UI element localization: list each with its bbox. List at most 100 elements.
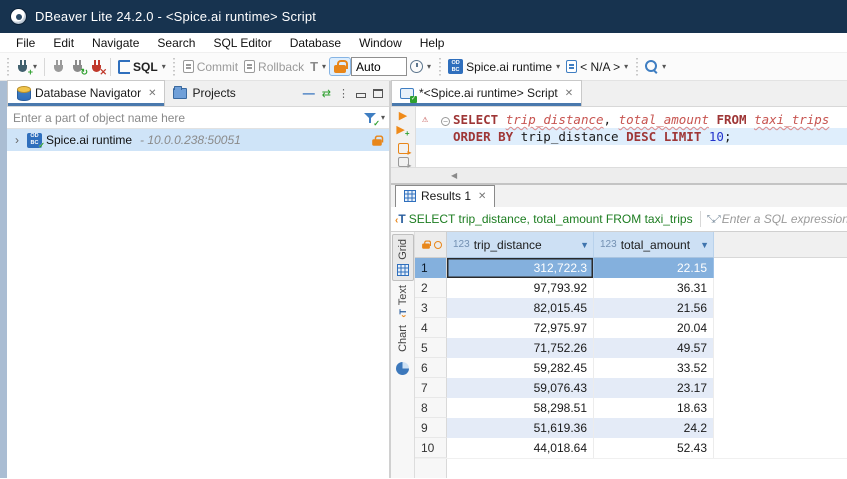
fold-marker[interactable]: − bbox=[438, 112, 453, 127]
cell-total-amount[interactable]: 24.2 bbox=[594, 418, 714, 438]
cell-trip-distance[interactable]: 71,752.26 bbox=[447, 338, 594, 358]
maximize-view-icon[interactable] bbox=[373, 89, 383, 98]
cell-trip-distance[interactable]: 72,975.97 bbox=[447, 318, 594, 338]
close-icon[interactable]: ✕ bbox=[565, 88, 573, 99]
table-row[interactable]: 1 312,722.3 22.15 bbox=[415, 258, 847, 278]
search-button[interactable]: ▾ bbox=[642, 58, 669, 75]
cell-total-amount[interactable]: 22.15 bbox=[594, 258, 714, 278]
close-icon[interactable]: ✕ bbox=[148, 88, 156, 99]
commit-mode-input[interactable] bbox=[351, 57, 407, 76]
expand-icon[interactable]: ⤡⤢ bbox=[707, 214, 719, 225]
reconnect-button[interactable]: ↻ bbox=[68, 58, 87, 76]
menu-window[interactable]: Window bbox=[351, 34, 410, 52]
rollback-button[interactable]: Rollback bbox=[241, 58, 307, 76]
menu-navigate[interactable]: Navigate bbox=[84, 34, 147, 52]
table-row[interactable]: 4 72,975.97 20.04 bbox=[415, 318, 847, 338]
cell-trip-distance[interactable]: 97,793.92 bbox=[447, 278, 594, 298]
table-row[interactable]: 9 51,619.36 24.2 bbox=[415, 418, 847, 438]
tab-chart[interactable]: Chart bbox=[397, 321, 409, 356]
execute-script-button[interactable] bbox=[398, 143, 409, 153]
cell-trip-distance[interactable]: 51,619.36 bbox=[447, 418, 594, 438]
cell-trip-distance[interactable]: 58,298.51 bbox=[447, 398, 594, 418]
cell-total-amount[interactable]: 36.31 bbox=[594, 278, 714, 298]
tab-projects[interactable]: Projects bbox=[165, 80, 243, 106]
table-row[interactable]: 10 44,018.64 52.43 bbox=[415, 438, 847, 458]
cell-trip-distance[interactable]: 312,722.3 bbox=[447, 258, 594, 278]
table-row[interactable]: 7 59,076.43 23.17 bbox=[415, 378, 847, 398]
tab-text[interactable]: Text ‹T bbox=[397, 281, 409, 322]
scroll-left-icon[interactable]: ◀ bbox=[451, 171, 457, 180]
toolbar-grip bbox=[634, 58, 639, 76]
cell-total-amount[interactable]: 52.43 bbox=[594, 438, 714, 458]
menu-database[interactable]: Database bbox=[282, 34, 349, 52]
cell-trip-distance[interactable]: 59,282.45 bbox=[447, 358, 594, 378]
table-row[interactable]: 5 71,752.26 49.57 bbox=[415, 338, 847, 358]
column-header-trip-distance[interactable]: 123 trip_distance ▼ bbox=[447, 232, 594, 258]
column-header-total-amount[interactable]: 123 total_amount ▼ bbox=[594, 232, 714, 258]
connection-name: Spice.ai runtime bbox=[46, 133, 132, 147]
collapse-all-icon[interactable]: — bbox=[303, 86, 315, 100]
table-row[interactable]: 6 59,282.45 33.52 bbox=[415, 358, 847, 378]
clock-icon bbox=[410, 60, 423, 73]
tree-item-connection[interactable]: › OD BC ✓ Spice.ai runtime - 10.0.0.238:… bbox=[7, 129, 389, 151]
cell-total-amount[interactable]: 18.63 bbox=[594, 398, 714, 418]
schema-selector[interactable]: < N/A > ▾ bbox=[563, 58, 631, 76]
minimize-view-icon[interactable] bbox=[356, 93, 366, 98]
connection-selector[interactable]: OD BC Spice.ai runtime ▾ bbox=[445, 57, 563, 76]
filter-funnel-icon[interactable]: ✓ bbox=[364, 112, 376, 124]
cell-total-amount[interactable]: 49.57 bbox=[594, 338, 714, 358]
new-connection-button[interactable]: + ▾ bbox=[13, 58, 40, 76]
caret-icon[interactable]: ▾ bbox=[381, 113, 385, 122]
results-filter-bar: ‹T SELECT trip_distance, total_amount FR… bbox=[391, 207, 847, 232]
transaction-history-button[interactable]: ▾ bbox=[407, 58, 434, 75]
execute-statement-button[interactable]: ▶ bbox=[399, 110, 407, 123]
table-row[interactable]: 3 82,015.45 21.56 bbox=[415, 298, 847, 318]
tab-sql-script[interactable]: *<Spice.ai runtime> Script ✕ bbox=[391, 80, 582, 106]
tab-results-1[interactable]: Results 1 ✕ bbox=[395, 185, 495, 207]
cell-total-amount[interactable]: 23.17 bbox=[594, 378, 714, 398]
table-row[interactable]: 8 58,298.51 18.63 bbox=[415, 398, 847, 418]
disconnect-button[interactable]: ✕ bbox=[87, 58, 106, 76]
cell-total-amount[interactable]: 33.52 bbox=[594, 358, 714, 378]
tab-grid[interactable]: Grid bbox=[392, 234, 414, 281]
connection-address: - 10.0.0.238:50051 bbox=[140, 133, 241, 147]
menu-sql-editor[interactable]: SQL Editor bbox=[205, 34, 279, 52]
object-filter-input[interactable] bbox=[13, 111, 360, 125]
view-menu-icon[interactable]: ⋮ bbox=[338, 87, 349, 100]
editor-toolbar: ▶ ▶+ bbox=[391, 107, 416, 167]
grid-corner-cell[interactable] bbox=[415, 232, 447, 258]
autocommit-toggle[interactable] bbox=[329, 57, 351, 76]
link-editor-icon[interactable]: ⇄ bbox=[322, 87, 331, 100]
sort-icon[interactable]: ▼ bbox=[700, 240, 709, 250]
cell-total-amount[interactable]: 20.04 bbox=[594, 318, 714, 338]
explain-plan-button[interactable] bbox=[398, 157, 409, 167]
commit-button[interactable]: Commit bbox=[180, 58, 241, 76]
cell-trip-distance[interactable]: 59,076.43 bbox=[447, 378, 594, 398]
close-icon[interactable]: ✕ bbox=[478, 191, 486, 202]
expander-icon[interactable]: › bbox=[11, 133, 23, 147]
connect-button[interactable] bbox=[49, 58, 68, 76]
sql-editor-button[interactable]: SQL ▾ bbox=[115, 58, 169, 76]
editor-content[interactable]: ⚠ − SELECT trip_distance, total_amount F… bbox=[416, 107, 847, 167]
editor-hscrollbar[interactable]: ◀ bbox=[391, 167, 847, 183]
chart-pie-icon[interactable] bbox=[396, 362, 409, 375]
transaction-log-button[interactable]: T ▾ bbox=[307, 57, 329, 76]
cell-total-amount[interactable]: 21.56 bbox=[594, 298, 714, 318]
table-row[interactable]: 2 97,793.92 36.31 bbox=[415, 278, 847, 298]
tab-database-navigator[interactable]: Database Navigator ✕ bbox=[7, 80, 165, 106]
commit-icon bbox=[183, 60, 194, 73]
menu-help[interactable]: Help bbox=[412, 34, 453, 52]
menu-file[interactable]: File bbox=[8, 34, 43, 52]
sort-icon[interactable]: ▼ bbox=[580, 240, 589, 250]
grid-empty-area bbox=[415, 458, 847, 478]
menu-edit[interactable]: Edit bbox=[45, 34, 82, 52]
sql-expression-input[interactable]: Enter a SQL expression to bbox=[722, 212, 847, 226]
cell-trip-distance[interactable]: 82,015.45 bbox=[447, 298, 594, 318]
cell-trip-distance[interactable]: 44,018.64 bbox=[447, 438, 594, 458]
menu-search[interactable]: Search bbox=[149, 34, 203, 52]
execute-new-tab-button[interactable]: ▶+ bbox=[396, 124, 409, 140]
plug-icon bbox=[52, 60, 65, 74]
plug-reconnect-icon: ↻ bbox=[71, 60, 84, 74]
sql-editor-icon bbox=[118, 60, 130, 74]
odbc-icon: OD BC bbox=[448, 59, 463, 74]
